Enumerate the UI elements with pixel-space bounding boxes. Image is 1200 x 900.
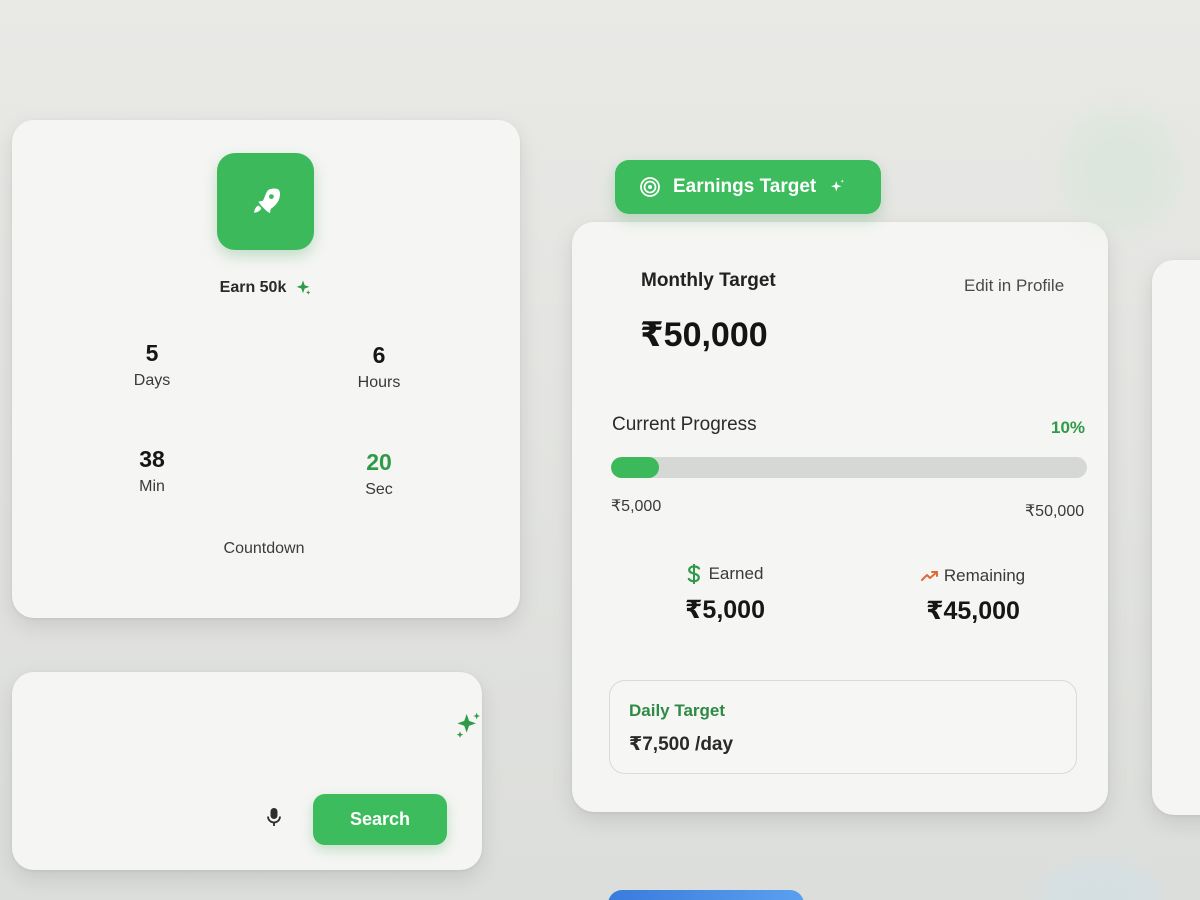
decorative-glow [1060,110,1180,230]
target-icon [639,176,661,198]
progress-range-max: ₹50,000 [1025,503,1085,520]
minutes-label: Min [139,478,165,495]
goal-label: Earn 50k [219,279,287,296]
countdown-minutes: 38 Min [92,444,212,498]
partial-blue-button[interactable] [608,890,804,900]
sparkles-icon [294,279,312,297]
sparkles-icon [828,178,846,196]
progress-bar-fill [611,457,659,478]
daily-target-label: Daily Target [629,701,726,720]
earned-label: Earned [708,564,764,583]
trending-up-icon [920,570,939,582]
search-button[interactable]: Search [313,794,447,845]
remaining-value: ₹45,000 [926,597,1020,625]
countdown-days: 5 Days [92,338,212,392]
sparkles-icon-button[interactable] [452,710,484,742]
hours-label: Hours [357,374,401,391]
partial-card [1152,260,1200,815]
earned-value: ₹5,000 [685,596,765,624]
monthly-target-label: Monthly Target [641,270,776,291]
dollar-icon [687,563,701,585]
rocket-tile [217,153,314,250]
microphone-button[interactable] [264,806,284,828]
earned-stat: Earned ₹5,000 [630,563,820,625]
progress-bar [611,457,1087,478]
hours-value: 6 [372,342,386,368]
decorative-glow-bottom [1040,860,1160,900]
remaining-label: Remaining [943,566,1026,585]
countdown-seconds: 20 Sec [319,447,439,501]
microphone-icon [267,808,281,826]
seconds-label: Sec [365,481,393,498]
rocket-icon [248,184,284,220]
daily-target-box: Daily Target ₹7,500 /day [609,680,1077,774]
countdown-caption: Countdown [223,540,305,557]
countdown-hours: 6 Hours [319,340,439,394]
progress-range-min: ₹5,000 [611,498,662,515]
edit-in-profile-link[interactable]: Edit in Profile [964,276,1064,296]
days-label: Days [133,372,171,389]
sparkles-icon [456,712,480,738]
progress-percent: 10% [1051,418,1086,437]
minutes-value: 38 [139,446,165,472]
earnings-target-label: Earnings Target [673,176,817,197]
current-progress-label: Current Progress [612,414,757,435]
daily-target-value: ₹7,500 /day [629,734,734,755]
seconds-value: 20 [366,449,392,475]
earnings-target-badge[interactable]: Earnings Target [615,160,881,214]
days-value: 5 [145,340,159,366]
remaining-stat: Remaining ₹45,000 [878,566,1068,626]
monthly-target-amount: ₹50,000 [640,316,768,354]
goal-row: Earn 50k [0,279,520,297]
